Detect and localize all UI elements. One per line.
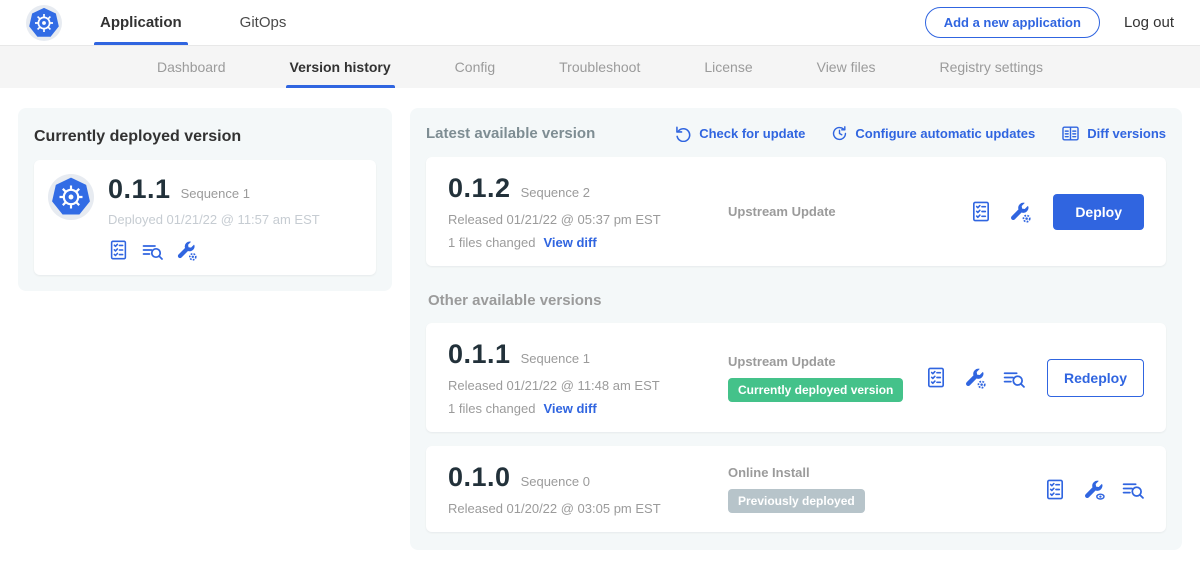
refresh-icon [675,125,692,142]
tab-gitops-label: GitOps [240,14,287,31]
app-kubernetes-icon [48,174,94,220]
add-application-button[interactable]: Add a new application [925,7,1100,38]
check-for-update-label: Check for update [699,126,805,141]
top-header: Application GitOps Add a new application… [0,0,1200,46]
previously-deployed-badge: Previously deployed [728,489,865,513]
check-for-update-link[interactable]: Check for update [675,125,805,142]
tab-application-label: Application [100,14,182,31]
released-timestamp: Released 01/21/22 @ 05:37 pm EST [448,212,728,227]
subnav-tab-config[interactable]: Config [451,46,499,88]
deployed-version-number: 0.1.1 [108,174,171,205]
config-edit-icon[interactable] [175,239,197,261]
currently-deployed-badge: Currently deployed version [728,378,903,402]
kubernetes-logo-icon [26,5,62,41]
version-number: 0.1.1 [448,339,511,370]
subnav-tab-label: View files [817,59,876,75]
version-row-0-1-1: 0.1.1 Sequence 1 Released 01/21/22 @ 11:… [426,323,1166,432]
deploy-button[interactable]: Deploy [1053,194,1144,230]
version-source-label: Upstream Update [728,354,925,369]
version-source-label: Online Install [728,465,1044,480]
deployed-timestamp: Deployed 01/21/22 @ 11:57 am EST [108,212,320,227]
config-edit-icon[interactable] [963,366,986,389]
configure-automatic-updates-link[interactable]: Configure automatic updates [831,125,1035,142]
main-content: Currently deployed version 0.1.1 Sequenc… [0,88,1200,564]
diff-versions-label: Diff versions [1087,126,1166,141]
sequence-label: Sequence 0 [521,474,590,489]
preflight-checklist-icon[interactable] [108,239,129,261]
version-row-0-1-0: 0.1.0 Sequence 0 Released 01/20/22 @ 03:… [426,446,1166,532]
config-edit-icon[interactable] [1008,200,1031,223]
header-right: Add a new application Log out [925,7,1174,38]
subnav-tab-license[interactable]: License [700,46,756,88]
schedule-refresh-icon [831,125,848,142]
subnav-tab-label: Registry settings [940,59,1043,75]
currently-deployed-card: Currently deployed version 0.1.1 Sequenc… [18,108,392,291]
subnav-tab-label: Troubleshoot [559,59,640,75]
tab-gitops[interactable]: GitOps [234,0,293,45]
subnav-tab-label: Dashboard [157,59,226,75]
subnav-tab-registry-settings[interactable]: Registry settings [936,46,1047,88]
config-view-icon[interactable] [1082,478,1105,501]
app-subnav: Dashboard Version history Config Trouble… [0,46,1200,88]
logs-icon[interactable] [141,240,163,261]
preflight-checklist-icon[interactable] [970,200,992,223]
other-available-title: Other available versions [428,292,1166,309]
files-changed-label: 1 files changed [448,401,535,416]
preflight-checklist-icon[interactable] [925,366,947,389]
subnav-tab-view-files[interactable]: View files [813,46,880,88]
panel-actions: Check for update Configure automatic upd… [675,124,1166,143]
diff-icon [1061,124,1080,143]
logs-icon[interactable] [1121,478,1144,500]
subnav-tab-dashboard[interactable]: Dashboard [153,46,230,88]
released-timestamp: Released 01/20/22 @ 03:05 pm EST [448,501,728,516]
deployed-sequence-label: Sequence 1 [181,186,250,201]
version-row-0-1-2: 0.1.2 Sequence 2 Released 01/21/22 @ 05:… [426,157,1166,266]
view-diff-link[interactable]: View diff [543,401,596,416]
tab-application[interactable]: Application [94,0,188,45]
latest-available-title: Latest available version [426,125,595,142]
app-tabs: Application GitOps [94,0,338,45]
version-history-panel: Latest available version Check for updat… [410,108,1182,550]
preflight-checklist-icon[interactable] [1044,478,1066,501]
sequence-label: Sequence 1 [521,351,590,366]
deployed-version-card: 0.1.1 Sequence 1 Deployed 01/21/22 @ 11:… [34,160,376,275]
currently-deployed-title: Currently deployed version [34,128,376,146]
logs-icon[interactable] [1002,367,1025,389]
version-source-label: Upstream Update [728,204,970,219]
version-number: 0.1.2 [448,173,511,204]
files-changed-label: 1 files changed [448,235,535,250]
logout-button[interactable]: Log out [1124,14,1174,31]
subnav-tab-label: Config [455,59,495,75]
subnav-tab-version-history[interactable]: Version history [286,46,395,88]
diff-versions-link[interactable]: Diff versions [1061,124,1166,143]
sequence-label: Sequence 2 [521,185,590,200]
redeploy-button[interactable]: Redeploy [1047,359,1144,397]
configure-automatic-updates-label: Configure automatic updates [855,126,1035,141]
view-diff-link[interactable]: View diff [543,235,596,250]
released-timestamp: Released 01/21/22 @ 11:48 am EST [448,378,728,393]
subnav-tab-label: Version history [290,59,391,75]
subnav-tab-troubleshoot[interactable]: Troubleshoot [555,46,644,88]
version-number: 0.1.0 [448,462,511,493]
subnav-tab-label: License [704,59,752,75]
